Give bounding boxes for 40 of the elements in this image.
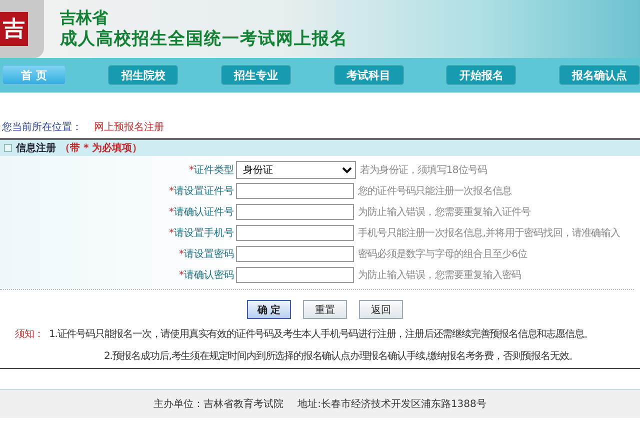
id-type-select[interactable]: 身份证 [236, 161, 356, 179]
nav-button[interactable]: 首 页 [2, 65, 66, 85]
password-field[interactable] [236, 246, 354, 262]
notice-text: 1.证件号码只能报名一次，请使用真实有效的证件号码及考生本人手机号码进行注册，注册后还需继续完善预报名信息和志愿信息。 [49, 328, 594, 341]
nav-button[interactable]: 招生院校 [108, 65, 178, 85]
field-hint: 密码必须是数字与字母的组合且至少6位 [358, 248, 528, 261]
footer-address: 地址:长春市经济技术开发区浦东路1388号 [298, 398, 486, 411]
breadcrumb-current: 网上预报名注册 [94, 120, 164, 134]
logo-mark: 吉 [0, 12, 28, 46]
nav-button[interactable]: 招生专业 [221, 65, 292, 85]
input-field[interactable] [236, 204, 354, 220]
form-button[interactable]: 返回 [359, 300, 403, 319]
field-label: *证件类型 [188, 164, 235, 177]
notice-text: 2.预报名成功后,考生须在规定时间内到所选择的报名确认点办理报名确认手续,缴纳报名考务费，否则预报名无效。 [103, 350, 578, 363]
field-hint: 您的证件号码只能注册一次报名信息 [358, 184, 512, 198]
confirm-button[interactable]: 确 定 [247, 300, 291, 319]
footer-organizer: 主办单位：吉林省教育考试院 [154, 398, 284, 411]
site-title: 成人高校招生全国统一考试网上报名 [60, 28, 348, 50]
field-label: *请设置手机号 [168, 226, 235, 240]
field-hint: 手机号只能注册一次报名信息,并将用于密码找回，请准确输入 [358, 226, 620, 240]
nav-button[interactable]: 报名确认点 [558, 65, 640, 85]
notice-label: 须知： [14, 328, 44, 341]
province-title: 吉林省 [60, 8, 110, 28]
nav-button[interactable]: 考试科目 [334, 65, 404, 85]
field-hint: 若为身份证，须填写18位号码 [360, 164, 488, 177]
field-hint: 为防止输入错误，您需要重复输入证件号 [358, 206, 531, 219]
input-field[interactable] [236, 183, 354, 199]
breadcrumb-label: 您当前所在位置： [2, 120, 82, 134]
field-label: *请设置证件号 [168, 184, 235, 198]
field-hint: 为防止输入错误，您需要重复输入密码 [358, 268, 522, 282]
square-icon [4, 144, 12, 152]
nav-button[interactable]: 开始报名 [446, 65, 516, 85]
field-label: *请确认证件号 [168, 206, 235, 219]
input-field[interactable] [236, 225, 354, 241]
field-label: *请设置密码 [178, 248, 235, 261]
password-field[interactable] [236, 267, 354, 283]
required-note: （带 * 为必填项） [60, 142, 142, 155]
field-label: *请确认密码 [178, 268, 235, 282]
section-title: 信息注册 [16, 141, 56, 155]
form-button[interactable]: 重置 [303, 300, 347, 319]
